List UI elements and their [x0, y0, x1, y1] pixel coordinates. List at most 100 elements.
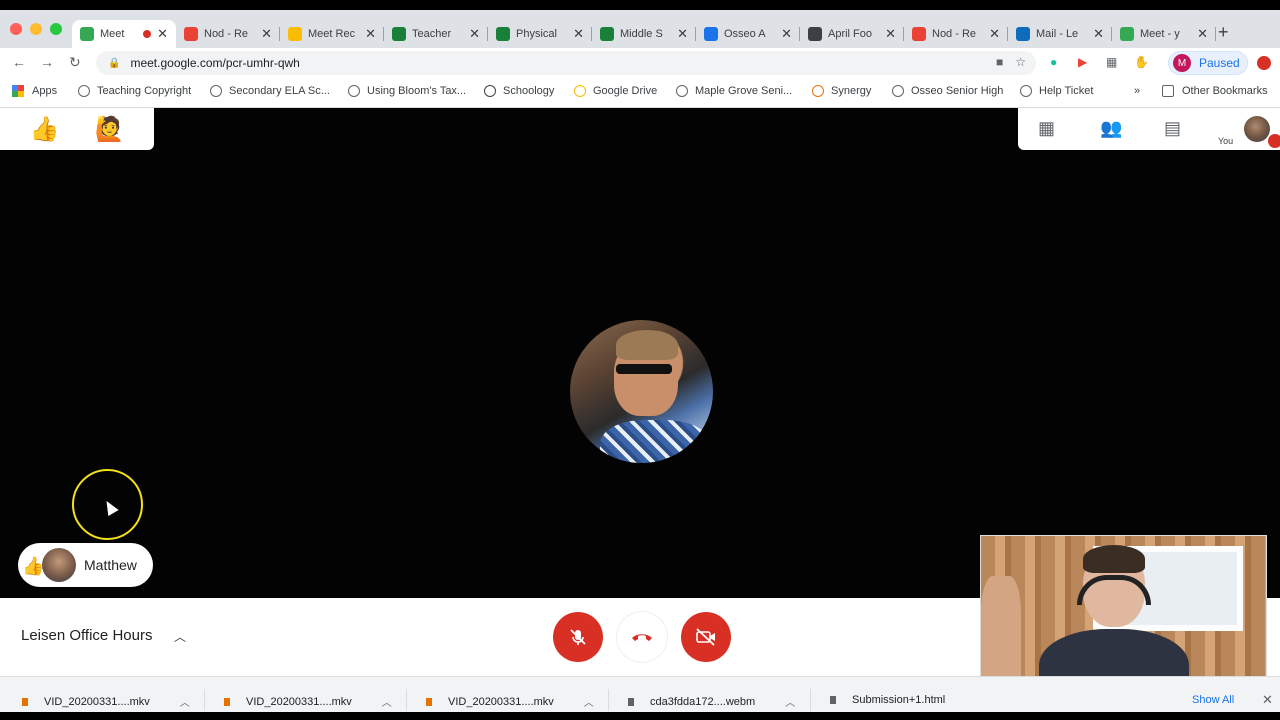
download-item[interactable]: Submission+1.html	[830, 694, 945, 706]
close-tab-icon[interactable]: ✕	[261, 26, 272, 42]
close-shelf-icon[interactable]: ✕	[1262, 692, 1273, 708]
browser-tab[interactable]: Nod - Re ✕	[904, 20, 1008, 48]
bookmark-item[interactable]: Using Bloom's Tax...	[348, 85, 466, 97]
bookmark-item[interactable]: Apps	[12, 85, 57, 97]
browser-tab[interactable]: April Foo ✕	[800, 20, 904, 48]
people-icon[interactable]: 👥	[1100, 118, 1122, 139]
close-tab-icon[interactable]: ✕	[989, 26, 1000, 42]
close-tab-icon[interactable]: ✕	[885, 26, 896, 42]
chevron-up-icon[interactable]: ︿	[382, 694, 392, 709]
download-item[interactable]: cda3fdda172....webm ︿	[628, 694, 795, 709]
bookmark-item[interactable]: Google Drive	[574, 85, 657, 97]
minimize-window-button[interactable]	[30, 23, 42, 35]
chevron-up-icon[interactable]: ︿	[180, 694, 190, 709]
globe-icon	[348, 85, 360, 97]
nod-extension-icon[interactable]: ✋	[1134, 55, 1149, 69]
download-item[interactable]: VID_20200331....mkv ︿	[22, 694, 190, 709]
bookmark-label: Using Bloom's Tax...	[367, 85, 467, 97]
forward-icon[interactable]: →	[40, 54, 54, 70]
leave-call-button[interactable]	[617, 612, 667, 662]
bookmark-item[interactable]: Other Bookmarks	[1162, 85, 1268, 97]
browser-tab[interactable]: Physical ✕	[488, 20, 592, 48]
chevron-up-icon[interactable]: ︿	[174, 628, 186, 645]
browser-tab[interactable]: Meet - y ✕	[1112, 20, 1216, 48]
close-tab-icon[interactable]: ✕	[157, 26, 168, 42]
chevron-up-icon[interactable]: ︿	[785, 694, 795, 709]
download-divider	[406, 689, 407, 711]
bookmark-item[interactable]: Osseo Senior High	[892, 85, 1003, 97]
download-filename: Submission+1.html	[852, 694, 946, 706]
download-filename: VID_20200331....mkv	[448, 695, 554, 708]
browser-tab[interactable]: Mail - Le ✕	[1008, 20, 1112, 48]
browser-tab[interactable]: Teacher ✕	[384, 20, 488, 48]
browser-tab[interactable]: Middle S ✕	[592, 20, 696, 48]
bookmark-item[interactable]: Help Ticket	[1020, 85, 1093, 97]
bookmark-item[interactable]: Teaching Copyright	[78, 85, 191, 97]
participant-name: Matthew	[84, 557, 137, 573]
meeting-title[interactable]: Leisen Office Hours	[21, 627, 152, 644]
close-tab-icon[interactable]: ✕	[677, 26, 688, 42]
globe-icon	[1020, 85, 1032, 97]
camera-indicator-icon[interactable]: ■	[996, 55, 1003, 69]
browser-tab[interactable]: Osseo A ✕	[696, 20, 800, 48]
new-tab-button[interactable]: +	[1218, 22, 1229, 43]
address-bar[interactable]: 🔒 meet.google.com/pcr-umhr-qwh ■ ☆	[96, 51, 1036, 75]
self-video-tile	[980, 535, 1267, 695]
browser-menu-icon[interactable]	[1257, 56, 1271, 70]
bookmark-item[interactable]: Synergy	[812, 85, 871, 97]
tab-favicon-icon	[288, 27, 302, 41]
lock-icon: 🔒	[108, 57, 121, 69]
tab-favicon-icon	[704, 27, 718, 41]
screencastify-extension-icon[interactable]: ▶	[1078, 55, 1087, 69]
browser-tab[interactable]: Nod - Re ✕	[176, 20, 280, 48]
close-tab-icon[interactable]: ✕	[781, 26, 792, 42]
extension-grid-icon[interactable]: ▦	[1106, 55, 1117, 69]
bookmark-label: Synergy	[831, 85, 872, 97]
tabs: Meet ✕ Nod - Re ✕ Meet Rec ✕ Teacher ✕ Physical ✕…	[72, 20, 1216, 48]
more-bookmarks-button[interactable]: »	[1134, 85, 1140, 97]
download-item[interactable]: VID_20200331....mkv ︿	[426, 694, 594, 709]
tab-title: Meet	[100, 28, 125, 40]
bookmark-label: Other Bookmarks	[1182, 85, 1268, 97]
bookmark-label: »	[1134, 85, 1141, 97]
zoom-window-button[interactable]	[50, 23, 62, 35]
bookmark-label: Secondary ELA Sc...	[229, 85, 330, 97]
profile-button[interactable]: M Paused	[1168, 51, 1248, 75]
reload-icon[interactable]: ↻	[69, 54, 81, 71]
close-tab-icon[interactable]: ✕	[469, 26, 480, 42]
tab-favicon-icon	[496, 27, 510, 41]
url-text: meet.google.com/pcr-umhr-qwh	[130, 56, 300, 70]
raise-hand-reaction-button[interactable]: 🙋	[95, 115, 125, 144]
self-avatar[interactable]	[1244, 116, 1270, 142]
tab-favicon-icon	[912, 27, 926, 41]
bookmark-item[interactable]: Maple Grove Seni...	[676, 85, 792, 97]
browser-tab[interactable]: Meet ✕	[72, 20, 176, 48]
close-tab-icon[interactable]: ✕	[1197, 26, 1208, 42]
mic-toggle-button[interactable]	[553, 612, 603, 662]
chat-icon[interactable]: ▤	[1164, 118, 1181, 139]
phone-hangup-icon	[632, 634, 652, 641]
close-tab-icon[interactable]: ✕	[573, 26, 584, 42]
bookmark-item[interactable]: Secondary ELA Sc...	[210, 85, 330, 97]
chevron-up-icon[interactable]: ︿	[584, 694, 594, 709]
close-tab-icon[interactable]: ✕	[365, 26, 376, 42]
tab-title: Teacher	[412, 28, 452, 40]
browser-tab[interactable]: Meet Rec ✕	[280, 20, 384, 48]
bookmark-item[interactable]: Schoology	[484, 85, 554, 97]
show-all-downloads-link[interactable]: Show All	[1192, 694, 1234, 706]
close-window-button[interactable]	[10, 23, 22, 35]
participant-reaction-icon: 👍	[22, 556, 45, 576]
bookmark-star-icon[interactable]: ☆	[1015, 55, 1026, 69]
back-icon[interactable]: ←	[12, 54, 26, 70]
close-tab-icon[interactable]: ✕	[1093, 26, 1104, 42]
mic-off-icon	[570, 629, 586, 645]
grid-view-icon[interactable]: ▦	[1038, 118, 1055, 139]
screen: Meet ✕ Nod - Re ✕ Meet Rec ✕ Teacher ✕ Physical ✕…	[0, 0, 1280, 720]
self-mic-off-icon	[1268, 134, 1280, 148]
download-item[interactable]: VID_20200331....mkv ︿	[224, 694, 392, 709]
camera-toggle-button[interactable]	[681, 612, 731, 662]
thumbs-up-reaction-button[interactable]: 👍	[30, 115, 60, 144]
file-icon	[628, 697, 634, 706]
tab-favicon-icon	[808, 27, 822, 41]
grammarly-extension-icon[interactable]: ●	[1050, 55, 1057, 69]
